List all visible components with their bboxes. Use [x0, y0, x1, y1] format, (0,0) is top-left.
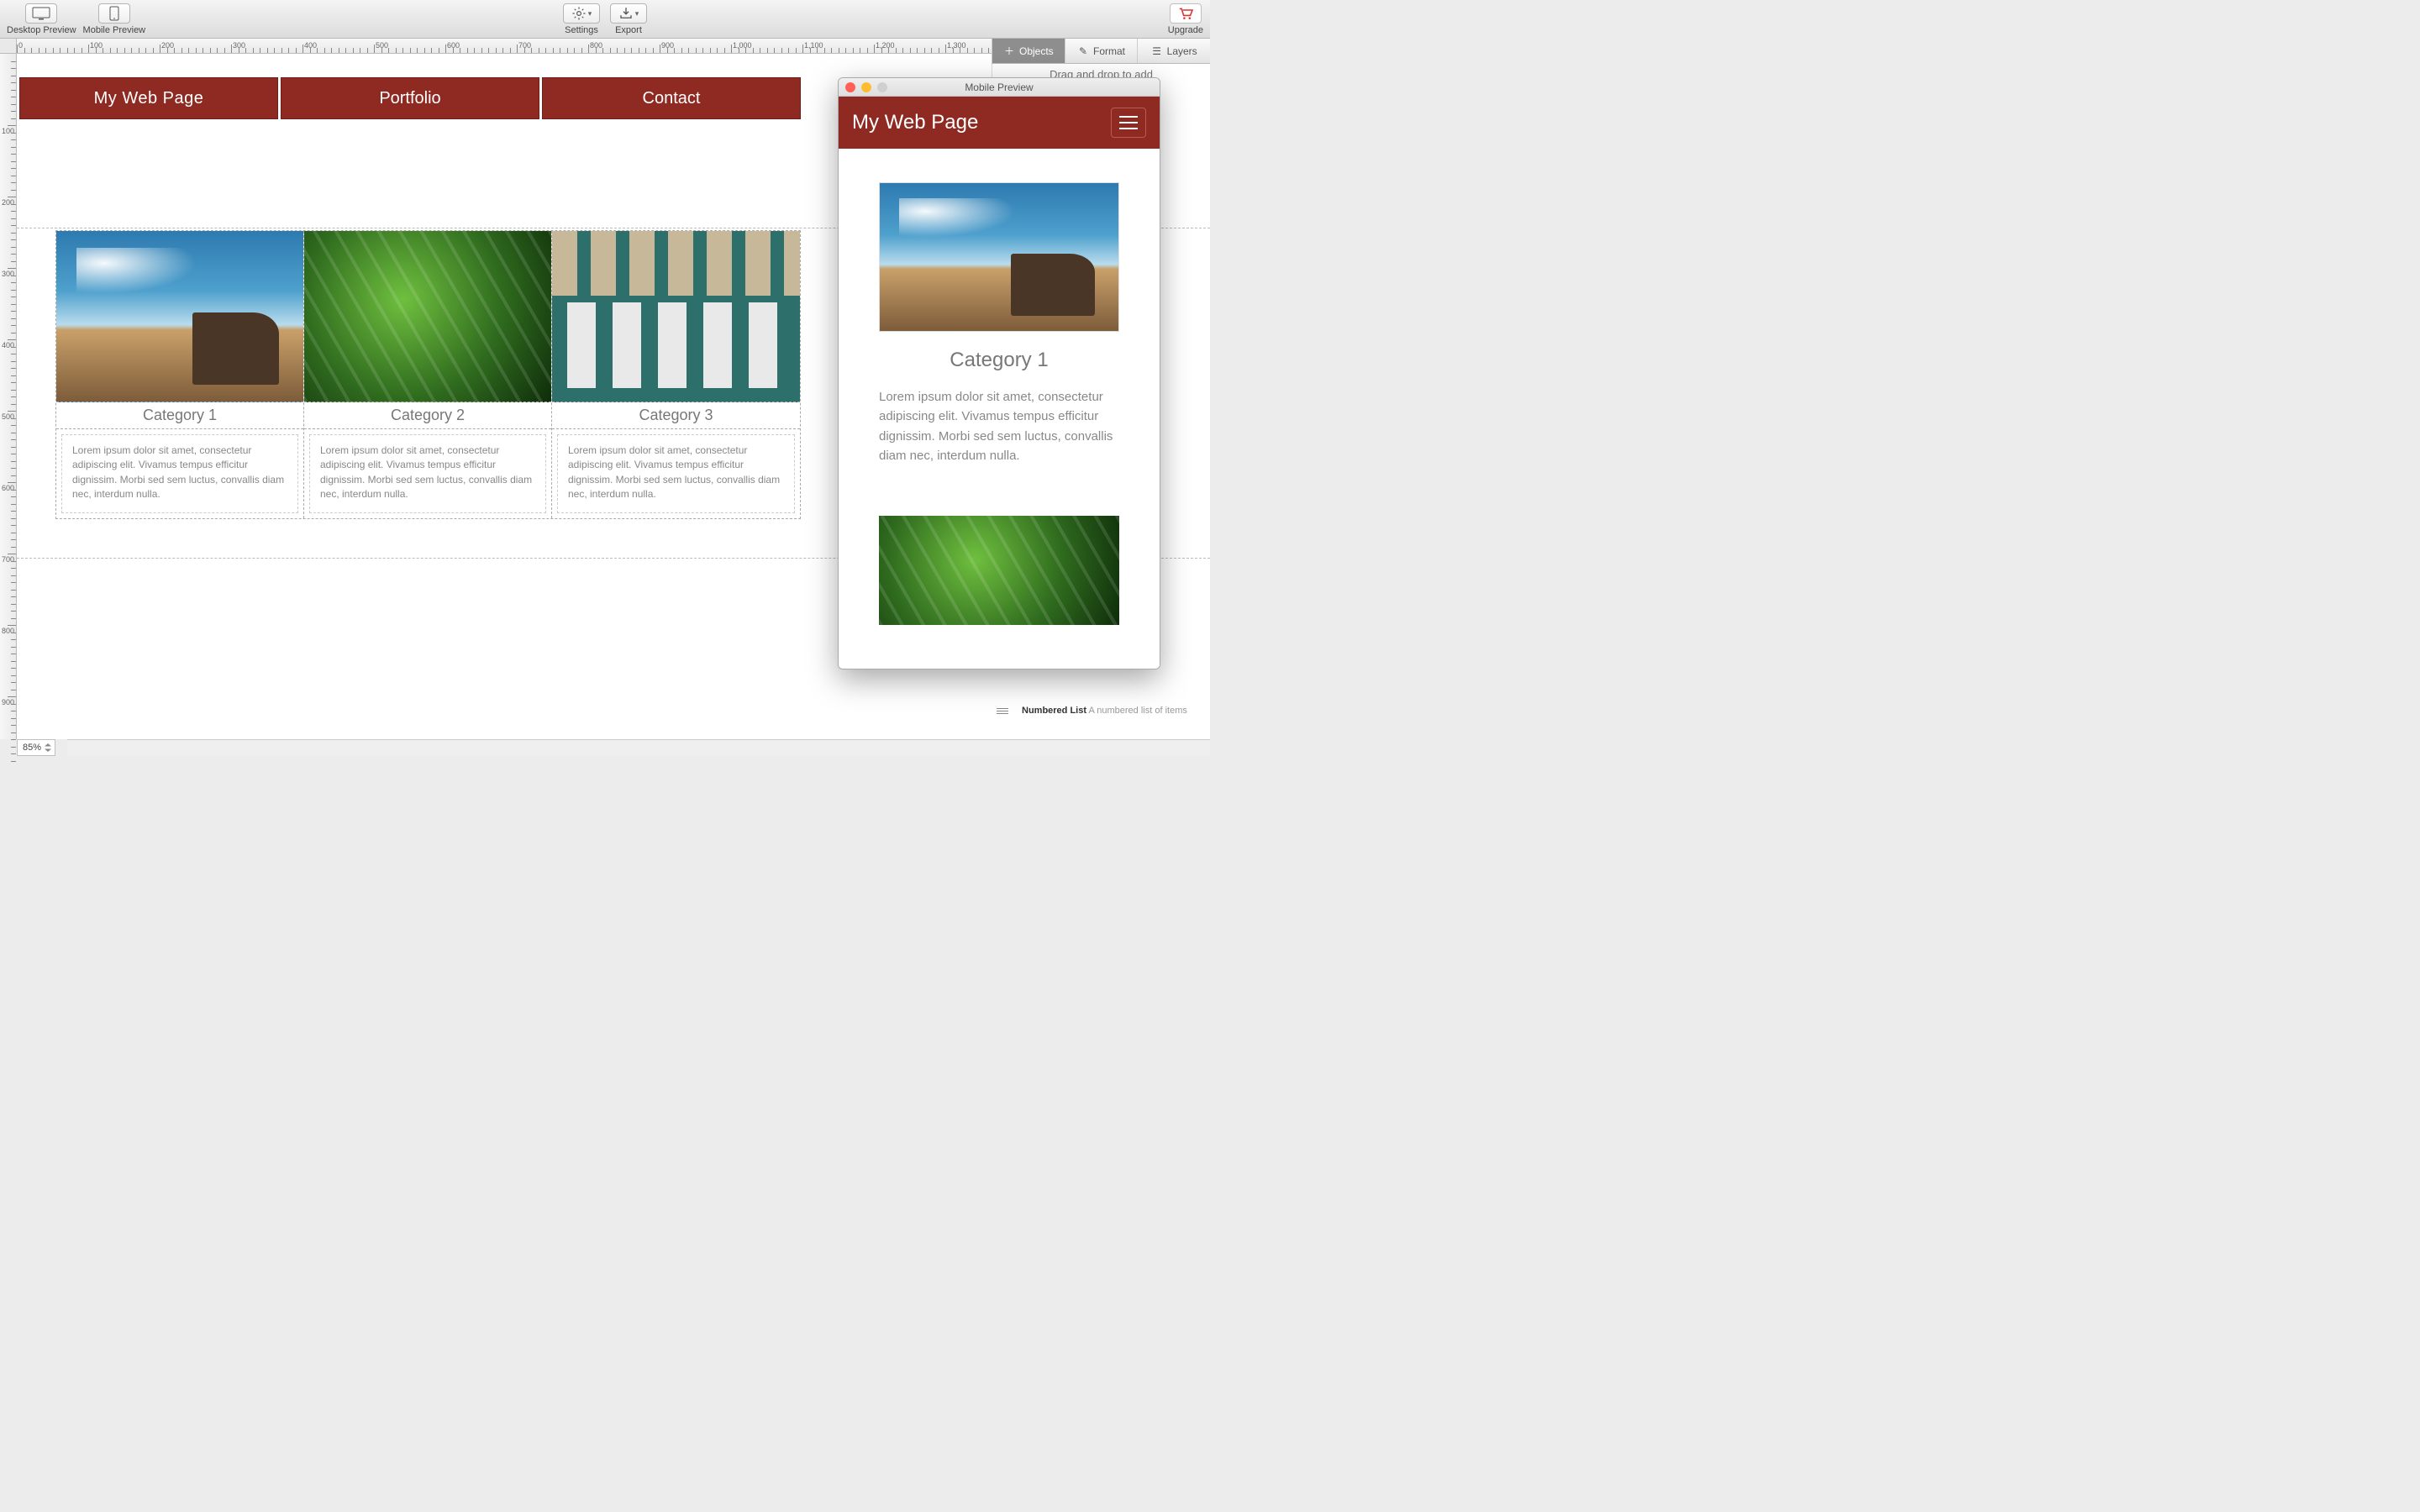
category-title[interactable]: Category 3 — [552, 402, 800, 429]
zoom-select[interactable]: 85% — [17, 739, 55, 756]
export-button[interactable]: ▾ Export — [610, 3, 647, 35]
mobile-category-text: Lorem ipsum dolor sit amet, consectetur … — [879, 387, 1119, 465]
inspector-tabs: ＋ Objects ✎ Format ☰ Layers — [992, 39, 1210, 64]
numbered-list-title: Numbered List — [1022, 706, 1086, 716]
hamburger-icon[interactable] — [1111, 108, 1146, 138]
mobile-nav-title: My Web Page — [852, 111, 978, 134]
tab-format-label: Format — [1093, 45, 1125, 57]
mobile-preview-label: Mobile Preview — [83, 25, 146, 35]
category-text[interactable]: Lorem ipsum dolor sit amet, consectetur … — [557, 434, 795, 513]
category-image[interactable] — [56, 231, 303, 402]
desktop-preview-label: Desktop Preview — [7, 25, 76, 35]
numbered-list-icon — [997, 708, 1015, 714]
gear-icon: ▾ — [563, 3, 600, 24]
tab-layers-label: Layers — [1167, 45, 1197, 57]
mobile-body: My Web Page Category 1 Lorem ipsum dolor… — [839, 97, 1160, 669]
tab-objects[interactable]: ＋ Objects — [992, 39, 1065, 63]
upgrade-button[interactable]: Upgrade — [1168, 3, 1203, 35]
category-title[interactable]: Category 1 — [56, 402, 303, 429]
ruler-corner — [0, 39, 17, 54]
category-column[interactable]: Category 1 Lorem ipsum dolor sit amet, c… — [56, 231, 304, 518]
mobile-preview-window[interactable]: Mobile Preview My Web Page Category 1 Lo… — [838, 77, 1160, 669]
category-title[interactable]: Category 2 — [304, 402, 551, 429]
bottom-scrollbar[interactable] — [67, 739, 1210, 756]
object-list-item[interactable]: Numbered List A numbered list of items — [997, 699, 1207, 722]
mobile-category-image — [879, 182, 1119, 332]
category-column[interactable]: Category 3 Lorem ipsum dolor sit amet, c… — [552, 231, 800, 518]
plus-icon: ＋ — [1003, 45, 1015, 57]
mobile-titlebar[interactable]: Mobile Preview — [839, 78, 1160, 97]
nav-item-portfolio[interactable]: Portfolio — [281, 77, 539, 119]
category-text[interactable]: Lorem ipsum dolor sit amet, consectetur … — [309, 434, 546, 513]
upgrade-label: Upgrade — [1168, 25, 1203, 35]
export-icon: ▾ — [610, 3, 647, 24]
settings-button[interactable]: ▾ Settings — [563, 3, 600, 35]
category-text[interactable]: Lorem ipsum dolor sit amet, consectetur … — [61, 434, 298, 513]
nav-item-brand[interactable]: My Web Page — [19, 77, 278, 119]
category-grid[interactable]: Category 1 Lorem ipsum dolor sit amet, c… — [55, 230, 801, 519]
nav-item-contact[interactable]: Contact — [542, 77, 801, 119]
desktop-icon — [25, 3, 57, 24]
layers-icon: ☰ — [1151, 45, 1163, 57]
numbered-list-desc: A numbered list of items — [1088, 706, 1186, 716]
tab-layers[interactable]: ☰ Layers — [1138, 39, 1210, 63]
desktop-preview-button[interactable]: Desktop Preview — [7, 3, 76, 35]
mobile-content: Category 1 Lorem ipsum dolor sit amet, c… — [839, 149, 1160, 625]
pencil-icon: ✎ — [1077, 45, 1089, 57]
app-toolbar: Desktop Preview Mobile Preview ▾ Setting… — [0, 0, 1210, 39]
cart-icon — [1170, 3, 1202, 24]
tab-format[interactable]: ✎ Format — [1065, 39, 1139, 63]
page-nav: My Web Page Portfolio Contact — [19, 77, 801, 119]
tab-objects-label: Objects — [1019, 45, 1054, 57]
export-label: Export — [615, 25, 642, 35]
mobile-icon — [98, 3, 130, 24]
vertical-ruler: 100200300400500600700800900 — [0, 54, 17, 739]
category-image[interactable] — [552, 231, 800, 402]
settings-label: Settings — [565, 25, 598, 35]
mobile-preview-button[interactable]: Mobile Preview — [83, 3, 146, 35]
mobile-category-title: Category 1 — [879, 349, 1119, 372]
mobile-category-image — [879, 516, 1119, 625]
mobile-window-title: Mobile Preview — [839, 81, 1160, 93]
category-column[interactable]: Category 2 Lorem ipsum dolor sit amet, c… — [304, 231, 552, 518]
category-image[interactable] — [304, 231, 551, 402]
mobile-nav: My Web Page — [839, 97, 1160, 149]
